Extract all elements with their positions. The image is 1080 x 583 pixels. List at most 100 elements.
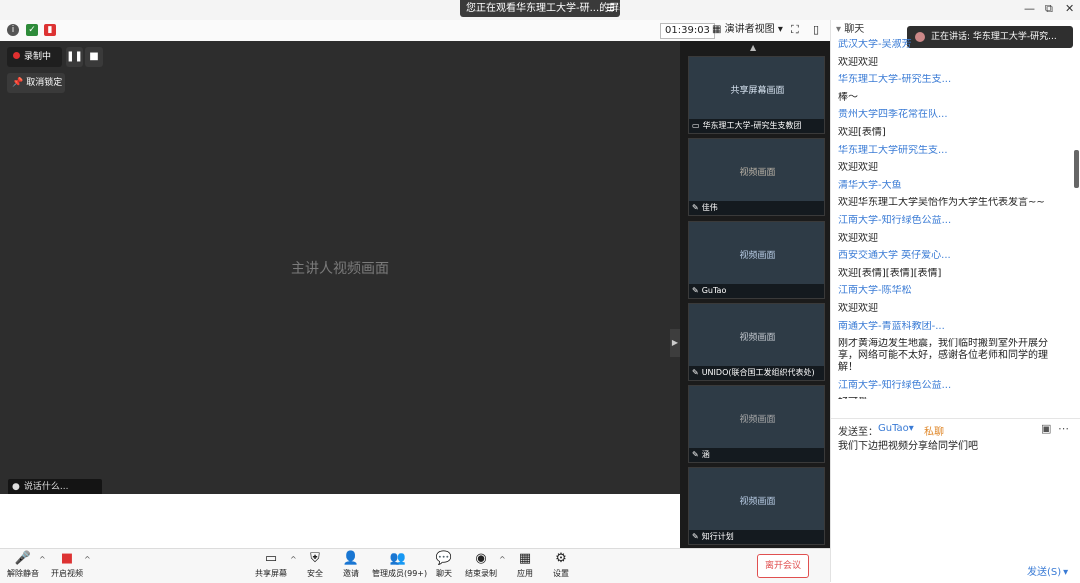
chevron-down-icon[interactable]: ▾ (836, 24, 841, 35)
video-off-icon: ■ (60, 551, 74, 566)
file-icon[interactable]: ▣ (1041, 422, 1051, 435)
record-icon: ◉ (475, 551, 487, 566)
manage-participants-button[interactable]: 👥 管理成员(99+) (372, 550, 428, 582)
chat-panel: ▾ 聊天 正在讲话: 华东理工大学-研究... 武汉大学-吴淑芳 欢迎欢迎 华东理工… (830, 20, 1080, 582)
sidebar-toggle-icon[interactable]: ▯ (813, 23, 819, 36)
send-to-recipient: GuTao (878, 423, 909, 434)
thumbnail-name-tag: ✎ UNIDO(联合国工发组织代表处) (689, 366, 824, 380)
thumbnail-name: UNIDO(联合国工发组织代表处) (701, 368, 815, 377)
chat-message-text: 欢迎[表情] (838, 126, 886, 138)
meeting-status-bar: i ✓ ▮ 01:39:03 ▦ 演讲者视图 ▾ ⛶ ▯ (0, 20, 830, 42)
security-button[interactable]: ⛨ 安全 (302, 550, 328, 582)
chat-title: 聊天 (844, 24, 865, 35)
start-video-button[interactable]: ■ 开启视频 (50, 550, 84, 582)
end-recording-button[interactable]: ◉ 结束录制 (464, 550, 498, 582)
info-icon[interactable]: i (7, 24, 19, 36)
invite-button[interactable]: 👤 邀请 (338, 550, 364, 582)
chevron-up-icon[interactable]: ^ (39, 555, 46, 564)
chat-sender-name[interactable]: 清华大学-大鱼 (838, 180, 1060, 192)
chat-message-text: 欢迎欢迎 (838, 302, 878, 314)
screen-share-banner[interactable]: 您正在观看华东理工大学-研...的屏幕 ☰ (460, 0, 620, 17)
thumbnail-name: 佳伟 (701, 203, 718, 212)
unmute-label: 解除静音 (7, 569, 39, 578)
participant-thumbnail[interactable]: 共享屏幕画面 ▭ 华东理工大学-研究生支教团 (688, 56, 825, 134)
security-label: 安全 (307, 569, 323, 578)
chat-sender-name[interactable]: 贵州大学四季花常在队... (838, 109, 1060, 121)
private-chat-label: 私聊 (924, 427, 944, 438)
settings-button[interactable]: ⚙ 设置 (548, 550, 574, 582)
chat-message-list[interactable]: 武汉大学-吴淑芳 欢迎欢迎 华东理工大学-研究生支... 棒～ 贵州大学四季花常在队..… (838, 39, 1060, 399)
chevron-down-icon: ▾ (908, 423, 914, 434)
chat-sender-name[interactable]: 南通大学-青蓝科教团-... (838, 321, 1060, 333)
screen-share-banner-text: 您正在观看华东理工大学-研...的屏幕 (466, 3, 620, 14)
pin-icon: 📌 (12, 78, 24, 88)
invite-label: 邀请 (343, 569, 359, 578)
leave-meeting-button[interactable]: 离开会议 (757, 554, 809, 578)
speaker-view-label: 演讲者视图 (724, 24, 775, 35)
send-to-recipient-dropdown[interactable]: GuTao▾ (878, 423, 914, 434)
chat-sender-name[interactable]: 江南大学-知行绿色公益... (838, 215, 1060, 227)
chat-message-text: 刚才黄海边发生地震，我们临时搬到室外开展分享，网络可能不太好，感谢各位老师和同学… (838, 338, 1048, 374)
start-video-label: 开启视频 (51, 569, 83, 578)
banner-menu-icon[interactable]: ☰ (606, 0, 615, 17)
thumbnail-placeholder: 视频画面 (739, 414, 776, 425)
chat-button[interactable]: 💬 聊天 (432, 550, 456, 582)
unmute-button[interactable]: 🎤 解除静音 (6, 550, 40, 582)
restore-icon[interactable]: ⧉ (1045, 2, 1053, 16)
thumbnail-placeholder: 视频画面 (739, 250, 776, 261)
thumbnail-name-tag: ▭ 华东理工大学-研究生支教团 (689, 119, 824, 133)
send-message-button[interactable]: 发送(S) ▾ (1027, 563, 1068, 578)
chevron-up-icon[interactable]: ^ (499, 555, 506, 564)
participant-thumbnail-rail: ▲ 共享屏幕画面 ▭ 华东理工大学-研究生支教团 视频画面 ✎ 佳伟 视频画面 ✎ G… (680, 41, 830, 548)
chat-sender-name[interactable]: 华东理工大学研究生支... (838, 145, 1060, 157)
chevron-up-icon[interactable]: ^ (290, 555, 297, 564)
chat-sender-name[interactable]: 江南大学-陈华松 (838, 285, 1060, 297)
chat-scrollbar[interactable] (1074, 150, 1079, 188)
chat-input-field[interactable]: 我们下边把视频分享给同学们吧 (838, 440, 1074, 550)
fullscreen-icon[interactable]: ⛶ (791, 23, 799, 37)
chat-sender-name[interactable]: 江南大学-知行绿色公益... (838, 380, 1060, 392)
participant-thumbnail[interactable]: 视频画面 ✎ 知行计划 (688, 467, 825, 545)
apps-button[interactable]: ▦ 应用 (512, 550, 538, 582)
participant-thumbnail[interactable]: 视频画面 ✎ UNIDO(联合国工发组织代表处) (688, 303, 825, 381)
add-user-icon: 👤 (342, 551, 360, 566)
share-screen-button[interactable]: ▭ 共享屏幕 (254, 550, 288, 582)
chevron-up-icon[interactable]: ▲ (750, 43, 756, 52)
participant-thumbnail[interactable]: 视频画面 ✎ GuTao (688, 221, 825, 299)
chevron-down-icon: ▾ (777, 24, 783, 35)
thumbnail-placeholder: 视频画面 (739, 496, 776, 507)
chat-message-text: 欢迎欢迎 (838, 162, 878, 174)
apps-label: 应用 (517, 569, 533, 578)
chat-sender-name[interactable]: 武汉大学-吴淑芳 (838, 39, 1060, 51)
pause-recording-button[interactable]: ❚❚ (66, 47, 83, 67)
unpin-video-button[interactable]: 📌 取消锁定 (7, 73, 65, 93)
thumbnail-placeholder: 视频画面 (739, 332, 776, 343)
video-placeholder-text: 主讲人视频画面 (291, 260, 389, 277)
recording-indicator: 录制中 (7, 47, 62, 67)
grid-icon: ▦ (712, 24, 722, 35)
manage-participants-label: 管理成员(99+) (372, 569, 428, 578)
chevron-right-icon[interactable]: ▶ (670, 329, 680, 357)
thumbnail-name-tag: ✎ 佳伟 (689, 201, 824, 215)
send-to-label: 发送至： (838, 427, 878, 438)
participant-thumbnail[interactable]: 视频画面 ✎ 涵 (688, 385, 825, 463)
chevron-up-icon[interactable]: ^ (84, 555, 91, 564)
minimize-icon[interactable]: — (1024, 2, 1035, 15)
chat-message-text: 欢迎华东理工大学吴怡作为大学生代表发言~~ (838, 197, 1045, 209)
thumbnail-placeholder: 共享屏幕画面 (730, 85, 785, 96)
chat-sender-name[interactable]: 西安交通大学 英仔爱心... (838, 250, 1060, 262)
chat-input-text: 我们下边把视频分享给同学们吧 (838, 441, 978, 452)
shield-icon[interactable]: ✓ (26, 24, 38, 36)
speaker-view-dropdown[interactable]: ▦ 演讲者视图 ▾ (712, 23, 783, 37)
chat-sender-name[interactable]: 华东理工大学-研究生支... (838, 74, 1060, 86)
close-icon[interactable]: ✕ (1065, 2, 1074, 15)
send-button-label: 发送(S) (1027, 567, 1062, 578)
recording-label: 录制中 (24, 52, 52, 62)
more-options-icon[interactable]: ⋯ (1058, 422, 1069, 435)
signal-icon[interactable]: ▮ (44, 24, 56, 36)
apps-icon: ▦ (518, 551, 532, 566)
mic-icon: ● (12, 482, 20, 492)
participant-thumbnail[interactable]: 视频画面 ✎ 佳伟 (688, 138, 825, 216)
stop-recording-button[interactable]: ■ (85, 47, 103, 67)
chat-message-text: 欢迎[表情][表情][表情] (838, 267, 942, 279)
